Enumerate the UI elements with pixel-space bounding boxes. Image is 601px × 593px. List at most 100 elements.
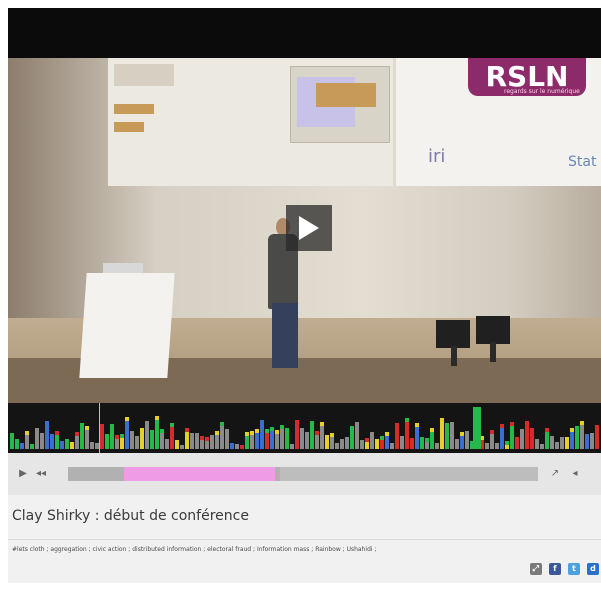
- histogram-bar: [90, 442, 94, 449]
- histogram-bar: [465, 431, 469, 449]
- histogram-bar-cap: [330, 433, 334, 437]
- histogram-bar-cap: [315, 431, 319, 435]
- histogram-bar-cap: [115, 435, 119, 439]
- histogram-bar: [195, 433, 199, 449]
- histogram-bar: [285, 432, 289, 449]
- histogram-bar-cap: [75, 432, 79, 436]
- histogram-bar: [215, 435, 219, 449]
- play-icon: [299, 216, 319, 240]
- histogram-bar: [305, 432, 309, 449]
- histogram-bar: [440, 422, 444, 449]
- histogram-bar: [260, 420, 264, 449]
- histogram-bar: [255, 433, 259, 449]
- histogram-bar-cap: [250, 431, 254, 435]
- seek-bar[interactable]: [68, 467, 538, 481]
- histogram-bar: [125, 421, 129, 449]
- histogram-bar: [495, 443, 499, 449]
- histogram-bar: [150, 430, 154, 449]
- histogram-bar: [235, 444, 239, 449]
- histogram-bar: [250, 435, 254, 449]
- tag-list: #lets cloth ; aggregation ; civic action…: [12, 546, 377, 553]
- share-icons: ⤢ f t d: [528, 563, 599, 577]
- histogram-bar-cap: [185, 428, 189, 432]
- histogram-bar: [430, 432, 434, 449]
- histogram-bar: [520, 429, 524, 449]
- histogram-bar: [185, 432, 189, 449]
- histogram-bar: [450, 422, 454, 449]
- histogram-bar: [80, 423, 84, 449]
- histogram-bar: [315, 435, 319, 449]
- histogram-bar: [590, 433, 594, 449]
- stage-monitor: [436, 320, 470, 348]
- histogram-bar: [240, 445, 244, 449]
- histogram-bar: [65, 439, 69, 449]
- histogram-bar: [295, 420, 299, 449]
- histogram-bar: [555, 442, 559, 449]
- slide-stat-text: Stat: [568, 154, 597, 170]
- histogram-bar: [445, 423, 449, 449]
- histogram-bar: [420, 437, 424, 449]
- histogram-bar: [15, 439, 19, 449]
- histogram-bar: [155, 420, 159, 449]
- histogram-bar: [40, 433, 44, 449]
- histogram-bar: [55, 435, 59, 449]
- seek-segment: [124, 467, 275, 481]
- iri-logo: iri: [428, 146, 446, 167]
- histogram-bar-cap: [170, 423, 174, 427]
- facebook-icon[interactable]: f: [548, 563, 561, 575]
- twitter-icon[interactable]: t: [567, 563, 580, 575]
- histogram-bar-cap: [125, 417, 129, 421]
- histogram-bar: [540, 444, 544, 449]
- histogram-bar: [455, 439, 459, 449]
- expand-icon[interactable]: ↗: [548, 467, 562, 481]
- histogram-bar: [85, 430, 89, 449]
- histogram-bar: [545, 432, 549, 449]
- histogram-bar: [505, 445, 509, 449]
- histogram-bar: [490, 434, 494, 449]
- histogram-bar: [535, 439, 539, 449]
- histogram-bar: [435, 443, 439, 449]
- annotation-timeline[interactable]: [8, 403, 601, 453]
- histogram-bar: [575, 426, 579, 449]
- histogram-bar-cap: [85, 426, 89, 430]
- delicious-icon[interactable]: d: [587, 563, 599, 575]
- histogram-bar-cap: [510, 422, 514, 426]
- histogram-bar: [560, 437, 564, 449]
- histogram-bar: [370, 432, 374, 449]
- histogram-bar: [395, 427, 399, 449]
- histogram-bar: [550, 436, 554, 449]
- volume-right-icon[interactable]: ◂: [568, 467, 582, 481]
- histogram-bar: [320, 426, 324, 449]
- histogram-bar-cap: [270, 427, 274, 431]
- histogram-bar: [165, 439, 169, 449]
- play-small-icon[interactable]: ▶: [16, 467, 30, 481]
- histogram-bar: [210, 435, 214, 449]
- histogram-bar-cap: [580, 421, 584, 425]
- histogram-bar: [140, 428, 144, 449]
- histogram-bar: [565, 437, 569, 449]
- share-icon[interactable]: ⤢: [529, 563, 542, 575]
- histogram-bar: [410, 438, 414, 449]
- histogram-bar: [290, 444, 294, 449]
- histogram-bar-cap: [385, 432, 389, 436]
- histogram-bar: [60, 441, 64, 449]
- histogram-bar: [485, 443, 489, 449]
- histogram-bar: [170, 427, 174, 449]
- play-button[interactable]: [286, 205, 332, 251]
- histogram-bar: [275, 434, 279, 449]
- volume-icon[interactable]: ◂◂: [34, 467, 48, 481]
- histogram-bar-cap: [570, 428, 574, 432]
- histogram-bar: [570, 432, 574, 449]
- histogram-bar-cap: [425, 438, 429, 442]
- histogram-bar: [70, 442, 74, 449]
- histogram-peak: [473, 407, 481, 449]
- rsln-logo-sub: regards sur le numérique: [504, 88, 580, 95]
- timeline-playhead[interactable]: [99, 403, 100, 453]
- video-frame[interactable]: RSLN regards sur le numérique iri Stat: [8, 8, 601, 403]
- histogram-bar-cap: [245, 432, 249, 436]
- histogram-bar-cap: [460, 432, 464, 436]
- lectern: [79, 273, 175, 378]
- video-title: Clay Shirky : début de conférence: [12, 508, 249, 524]
- histogram-bar: [500, 428, 504, 449]
- histogram-bar: [135, 436, 139, 449]
